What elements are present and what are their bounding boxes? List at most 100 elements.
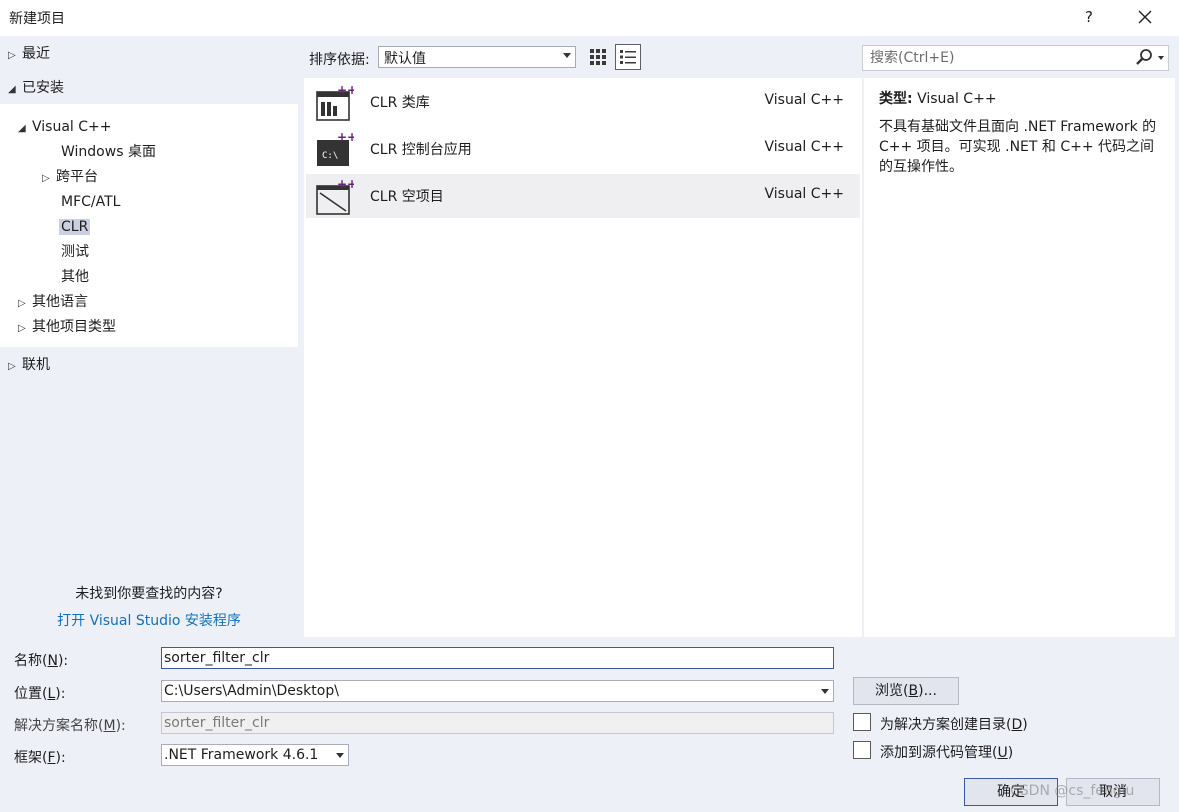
template-row-clr-console-app[interactable]: C:\ ++ CLR 控制台应用 Visual C++ xyxy=(306,127,860,171)
label-accesskey: M xyxy=(103,718,116,734)
project-form: 名称(N): 位置(L): C:\Users\Admin\Desktop\ 浏览… xyxy=(0,640,1179,812)
caret-right-icon: ▷ xyxy=(42,173,50,184)
project-name-field[interactable] xyxy=(161,647,834,669)
caret-right-icon: ▷ xyxy=(8,361,16,372)
source-control-checkbox[interactable] xyxy=(853,741,871,759)
location-label: 位置(L): xyxy=(14,683,65,703)
template-row-clr-empty-project[interactable]: ++ CLR 空项目 Visual C++ xyxy=(306,174,860,218)
framework-label: 框架(F): xyxy=(14,747,66,767)
label-text: 位置( xyxy=(14,686,48,702)
description-panel: 类型: Visual C++ 不具有基础文件且面向 .NET Framework… xyxy=(864,78,1175,637)
svg-text:++: ++ xyxy=(337,178,354,191)
sort-label: 排序依据: xyxy=(309,52,370,68)
label-text: ): xyxy=(55,750,66,766)
label-text: ) xyxy=(1007,745,1014,761)
chevron-down-icon xyxy=(336,753,344,758)
label-text: ): xyxy=(115,718,126,734)
svg-text:C:\: C:\ xyxy=(322,151,338,161)
framework-select[interactable]: .NET Framework 4.6.1 xyxy=(161,744,349,766)
label-text: 名称( xyxy=(14,653,48,669)
tree-item-cross-platform[interactable]: ▷ 跨平台 xyxy=(42,166,98,188)
solution-name-label: 解决方案名称(M): xyxy=(14,715,126,735)
label-text: 添加到源代码管理( xyxy=(880,745,998,761)
source-control-label: 添加到源代码管理(U) xyxy=(880,742,1013,762)
search-box[interactable] xyxy=(862,45,1169,71)
label-text: 解决方案名称( xyxy=(14,718,104,734)
tree-label: 其他项目类型 xyxy=(32,319,116,335)
tree-item-other-languages[interactable]: ▷ 其他语言 xyxy=(18,291,88,313)
template-row-clr-class-library[interactable]: ++ CLR 类库 Visual C++ xyxy=(306,80,860,124)
grid-view-button[interactable] xyxy=(587,45,609,69)
svg-text:++: ++ xyxy=(337,84,354,97)
caret-right-icon: ▷ xyxy=(18,298,26,309)
tree-item-windows-desktop[interactable]: Windows 桌面 xyxy=(61,141,156,163)
sort-select[interactable]: 默认值 xyxy=(378,46,576,68)
browse-button[interactable]: 浏览(B)... xyxy=(853,677,959,705)
template-name: CLR 空项目 xyxy=(370,189,444,205)
btn-text: 浏览( xyxy=(875,683,909,699)
watermark: CSDN @cs_fenglu xyxy=(1010,783,1135,799)
chevron-down-icon xyxy=(821,689,829,694)
name-label: 名称(N): xyxy=(14,650,68,670)
tree-label: Visual C++ xyxy=(32,119,112,135)
template-language: Visual C++ xyxy=(764,92,844,108)
list-view-button[interactable] xyxy=(615,44,641,70)
caret-right-icon: ▷ xyxy=(8,50,16,61)
label-accesskey: F xyxy=(47,750,56,766)
caret-right-icon: ▷ xyxy=(18,323,26,334)
create-directory-checkbox[interactable] xyxy=(853,713,871,731)
dialog-title: 新建项目 xyxy=(9,11,65,27)
label-text: ): xyxy=(57,653,69,669)
btn-text: )... xyxy=(918,683,937,699)
label-text: 框架( xyxy=(14,750,48,766)
empty-project-icon: ++ xyxy=(316,178,354,215)
description-type: 类型: Visual C++ xyxy=(879,88,997,108)
tree-item-other[interactable]: 其他 xyxy=(61,266,89,288)
tree-item-mfc-atl[interactable]: MFC/ATL xyxy=(61,191,120,213)
nav-item-online[interactable]: ▷ 联机 xyxy=(8,354,50,376)
nav-item-recent[interactable]: ▷ 最近 xyxy=(8,43,50,65)
title-bar: 新建项目 ? xyxy=(0,0,1179,36)
open-installer-link[interactable]: 打开 Visual Studio 安装程序 xyxy=(0,610,298,630)
search-icon xyxy=(1136,49,1152,65)
template-language: Visual C++ xyxy=(764,186,844,202)
search-options-chevron-icon[interactable] xyxy=(1158,56,1164,60)
tree-label: CLR xyxy=(59,219,91,235)
tree-item-clr[interactable]: CLR xyxy=(59,216,91,238)
caret-down-icon: ◢ xyxy=(8,84,16,95)
description-type-label: 类型: xyxy=(879,91,913,107)
nav-label: 联机 xyxy=(22,357,50,373)
search-input[interactable] xyxy=(868,49,1122,67)
class-library-icon: ++ xyxy=(316,84,354,121)
solution-name-field xyxy=(161,712,834,734)
close-button[interactable] xyxy=(1132,4,1158,30)
nav-item-installed[interactable]: ◢ 已安装 xyxy=(8,77,64,99)
installed-tree: ◢ Visual C++ Windows 桌面 ▷ 跨平台 MFC/ATL CLR … xyxy=(0,104,298,347)
sort-select-value: 默认值 xyxy=(384,51,426,67)
description-text: 不具有基础文件且面向 .NET Framework 的 C++ 项目。可实现 .… xyxy=(879,119,1157,175)
svg-text:++: ++ xyxy=(337,131,354,144)
tree-item-visual-cpp[interactable]: ◢ Visual C++ xyxy=(18,116,111,138)
list-view-icon xyxy=(620,50,636,64)
label-text: ): xyxy=(55,686,66,702)
tree-label: 其他语言 xyxy=(32,294,88,310)
tree-item-other-project-types[interactable]: ▷ 其他项目类型 xyxy=(18,316,116,338)
caret-down-icon: ◢ xyxy=(18,123,26,134)
close-icon xyxy=(1138,10,1152,24)
location-combobox[interactable]: C:\Users\Admin\Desktop\ xyxy=(161,680,834,702)
template-name: CLR 控制台应用 xyxy=(370,142,472,158)
label-text: 为解决方案创建目录( xyxy=(880,717,1012,733)
help-button[interactable]: ? xyxy=(1078,4,1100,30)
label-text: ) xyxy=(1022,717,1028,733)
create-directory-label: 为解决方案创建目录(D) xyxy=(880,714,1028,734)
label-accesskey: D xyxy=(1011,717,1023,733)
template-language: Visual C++ xyxy=(764,139,844,155)
description-type-value: Visual C++ xyxy=(917,91,997,107)
tree-item-test[interactable]: 测试 xyxy=(61,241,89,263)
grid-view-icon xyxy=(590,49,606,65)
console-app-icon: C:\ ++ xyxy=(317,131,354,166)
nav-label: 已安装 xyxy=(22,80,64,96)
tree-label: 跨平台 xyxy=(56,169,98,185)
label-accesskey: N xyxy=(47,653,58,669)
not-found-text: 未找到你要查找的内容? xyxy=(75,586,223,602)
